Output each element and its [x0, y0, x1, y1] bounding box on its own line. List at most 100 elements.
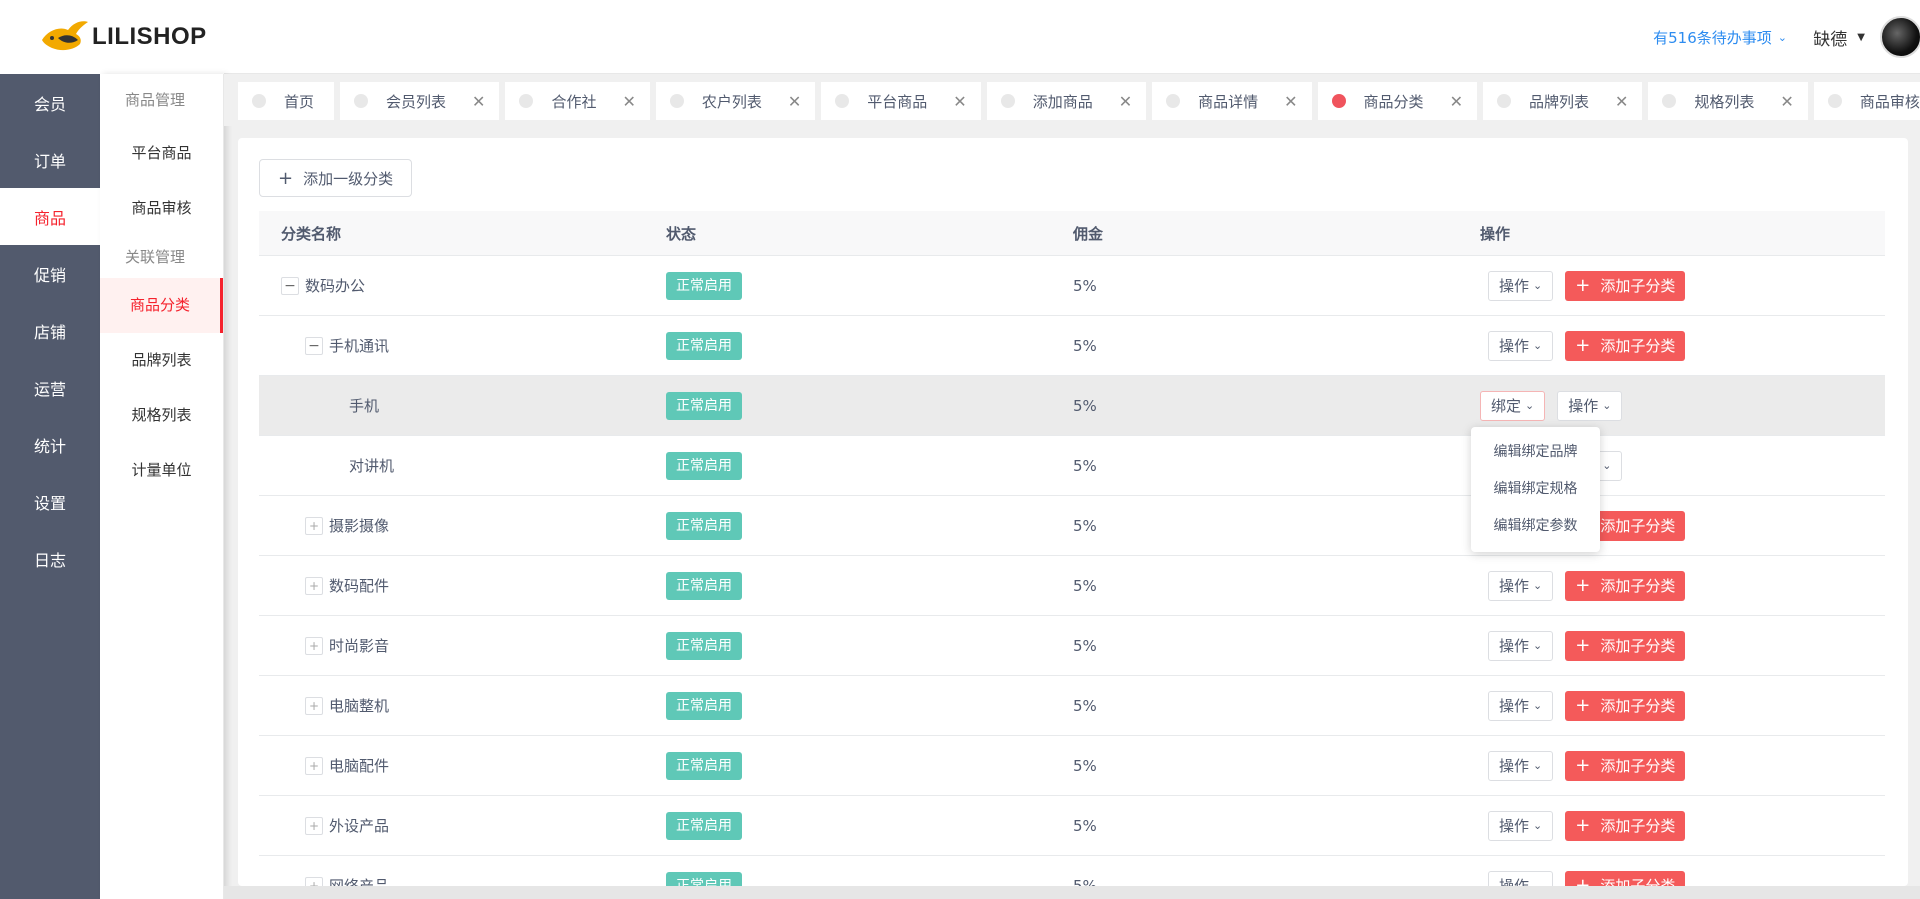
tab[interactable]: 会员列表 ✕: [340, 82, 500, 120]
add-subcategory-button[interactable]: + 添加子分类: [1565, 750, 1686, 781]
close-icon[interactable]: ✕: [472, 92, 485, 111]
bind-label: 绑定: [1491, 397, 1522, 415]
close-icon[interactable]: ✕: [1615, 92, 1628, 111]
nav-primary-item[interactable]: 商品: [0, 188, 100, 245]
status-cell: 正常启用: [666, 751, 1073, 780]
nav-group-label: 商品管理: [125, 91, 186, 109]
status-cell: 正常启用: [666, 631, 1073, 660]
operate-dropdown-button[interactable]: 操作⌄: [1557, 390, 1623, 421]
tab[interactable]: 商品详情 ✕: [1152, 82, 1312, 120]
chevron-down-icon: ⌄: [1533, 879, 1543, 886]
horizontal-scrollbar[interactable]: [224, 886, 1920, 899]
status-cell: 正常启用: [666, 391, 1073, 420]
close-icon[interactable]: ✕: [788, 92, 801, 111]
operate-dropdown-button[interactable]: 操作⌄: [1488, 270, 1554, 301]
nav-sub-item[interactable]: 商品审核: [100, 181, 223, 236]
operate-label: 操作: [1499, 877, 1530, 886]
action-cell: 操作⌄ + 添加子分类: [1480, 330, 1885, 361]
dropdown-item[interactable]: 编辑绑定参数: [1471, 508, 1600, 545]
close-icon[interactable]: ✕: [622, 92, 635, 111]
dropdown-item[interactable]: 编辑绑定品牌: [1471, 434, 1600, 471]
status-badge: 正常启用: [666, 271, 742, 300]
tab[interactable]: 平台商品 ✕: [821, 82, 981, 120]
bind-dropdown-button[interactable]: 绑定⌄: [1480, 390, 1546, 421]
nav-sub-item[interactable]: 品牌列表: [100, 333, 223, 388]
close-icon[interactable]: ✕: [1780, 92, 1793, 111]
tab[interactable]: 农户列表 ✕: [655, 82, 816, 120]
add-subcategory-button[interactable]: + 添加子分类: [1565, 870, 1686, 886]
add-top-category-button[interactable]: + 添加一级分类: [259, 159, 413, 197]
status-badge: 正常启用: [666, 391, 742, 420]
plus-icon: +: [1575, 815, 1591, 836]
avatar[interactable]: [1880, 16, 1920, 58]
operate-dropdown-button[interactable]: 操作⌄: [1488, 690, 1554, 721]
operate-dropdown-button[interactable]: 操作⌄: [1488, 810, 1554, 841]
close-icon[interactable]: ✕: [953, 92, 966, 111]
collapse-icon[interactable]: −: [305, 336, 323, 355]
user-menu[interactable]: 缺德 ▼: [1813, 25, 1865, 50]
close-icon[interactable]: ✕: [1119, 92, 1132, 111]
collapse-icon[interactable]: −: [281, 276, 299, 295]
close-icon[interactable]: ✕: [1284, 92, 1297, 111]
operate-dropdown-button[interactable]: 操作⌄: [1488, 630, 1554, 661]
tab[interactable]: 商品审核✕: [1813, 82, 1920, 120]
expand-icon[interactable]: +: [305, 516, 323, 535]
dropdown-item[interactable]: 编辑绑定规格: [1471, 471, 1600, 508]
tab[interactable]: 首页: [238, 82, 335, 120]
nav-sub-item[interactable]: 计量单位: [100, 443, 223, 498]
expand-icon[interactable]: +: [305, 876, 323, 886]
add-subcategory-button[interactable]: + 添加子分类: [1565, 570, 1686, 601]
nav-primary-item[interactable]: 促销: [0, 245, 100, 302]
commission-cell: 5%: [1073, 516, 1097, 535]
nav-primary-item[interactable]: 订单: [0, 131, 100, 188]
nav-primary-item[interactable]: 会员: [0, 74, 100, 131]
table-row: + 时尚影音 正常启用 5% 操作 ⌄ + 添加子分类: [259, 616, 1885, 676]
add-subcategory-label: 添加子分类: [1600, 637, 1676, 655]
status-cell: 正常启用: [666, 331, 1073, 360]
tab-bar: 首页 会员列表 ✕ 合作社 ✕ 农户列表 ✕ 平台商品 ✕ 添加商品 ✕ 商品详情 ✕ 商品分类 ✕ 品牌列表…: [224, 74, 1920, 126]
tab[interactable]: 合作社 ✕: [505, 82, 650, 120]
add-subcategory-button[interactable]: + 添加子分类: [1565, 270, 1686, 301]
tab[interactable]: 规格列表 ✕: [1648, 82, 1808, 120]
nav-sub-item[interactable]: 商品分类: [100, 278, 223, 333]
operate-dropdown-button[interactable]: 操作⌄: [1488, 330, 1554, 361]
commission-cell: 5%: [1073, 876, 1097, 887]
table-row: +摄影摄像正常启用5%操作⌄+添加子分类: [259, 496, 1885, 556]
name-cell: + 时尚影音: [259, 635, 666, 656]
tab-dot-icon: [252, 94, 266, 108]
tab-label: 首页: [284, 92, 315, 111]
add-subcategory-button[interactable]: + 添加子分类: [1565, 690, 1686, 721]
nav-primary-item[interactable]: 运营: [0, 359, 100, 416]
operate-label: 操作: [1499, 697, 1530, 715]
nav-sub-item[interactable]: 规格列表: [100, 388, 223, 443]
status-cell: 正常启用: [666, 511, 1073, 540]
add-subcategory-button[interactable]: + 添加子分类: [1565, 330, 1686, 361]
nav-primary-item[interactable]: 日志: [0, 530, 100, 587]
operate-dropdown-button[interactable]: 操作⌄: [1488, 870, 1554, 886]
operate-dropdown-button[interactable]: 操作⌄: [1488, 750, 1554, 781]
chevron-down-icon: ⌄: [1602, 459, 1612, 472]
tab-label: 合作社: [551, 92, 597, 111]
commission-cell: 5%: [1073, 396, 1097, 415]
nav-primary-item[interactable]: 统计: [0, 416, 100, 473]
tab[interactable]: 添加商品 ✕: [986, 82, 1147, 120]
expand-icon[interactable]: +: [305, 636, 323, 655]
operate-dropdown-button[interactable]: 操作⌄: [1488, 570, 1554, 601]
nav-sub-item[interactable]: 平台商品: [100, 126, 223, 181]
tab[interactable]: 商品分类 ✕: [1317, 82, 1477, 120]
name-cell: + 网络产品: [259, 875, 666, 886]
expand-icon[interactable]: +: [305, 696, 323, 715]
tab-label: 商品分类: [1363, 92, 1424, 111]
category-name: 数码办公: [305, 277, 366, 295]
expand-icon[interactable]: +: [305, 756, 323, 775]
nav-primary-item[interactable]: 店铺: [0, 302, 100, 359]
logo[interactable]: LILISHOP: [0, 0, 224, 74]
tab[interactable]: 品牌列表 ✕: [1482, 82, 1643, 120]
nav-primary-item[interactable]: 设置: [0, 473, 100, 530]
expand-icon[interactable]: +: [305, 576, 323, 595]
expand-icon[interactable]: +: [305, 816, 323, 835]
add-subcategory-button[interactable]: + 添加子分类: [1565, 810, 1686, 841]
todo-notification[interactable]: 有516条待办事项 ⌄: [1653, 27, 1787, 48]
close-icon[interactable]: ✕: [1450, 92, 1463, 111]
add-subcategory-button[interactable]: + 添加子分类: [1565, 630, 1686, 661]
